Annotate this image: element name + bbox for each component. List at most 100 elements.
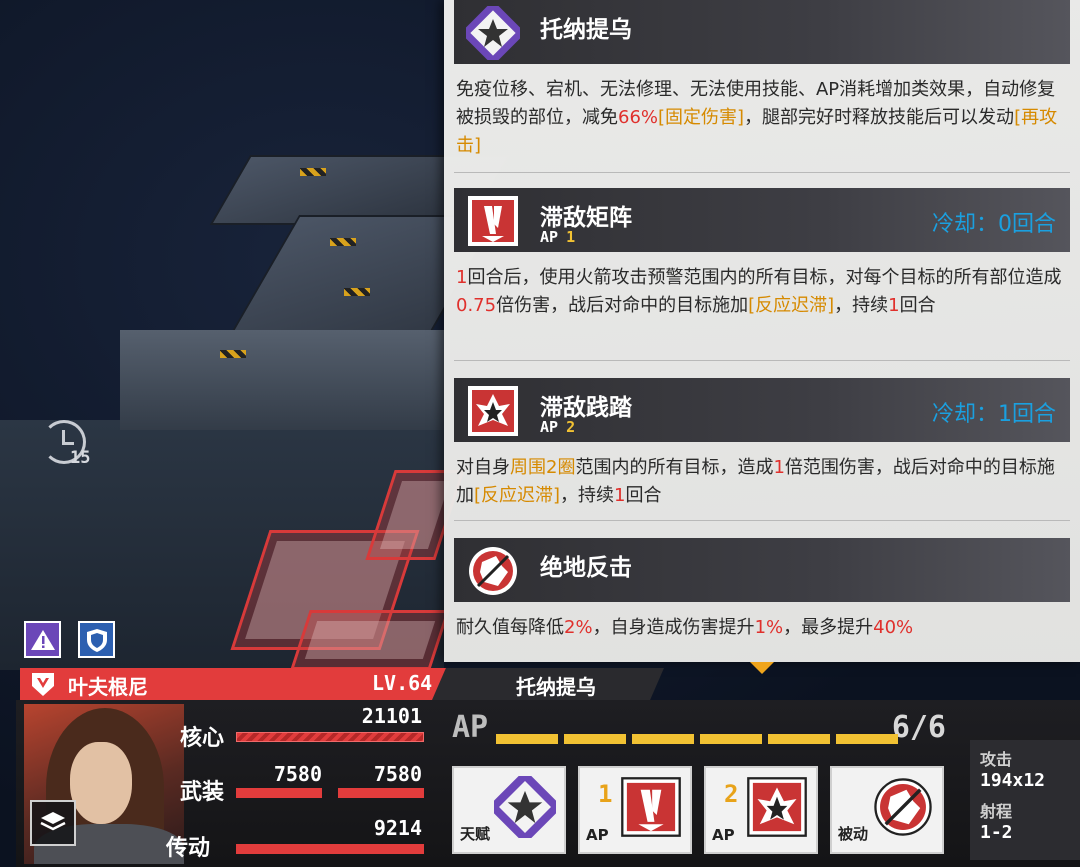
skill-header: 滞敌践踏 AP 2 冷却：1回合 xyxy=(454,378,1070,442)
ap-segment xyxy=(496,734,558,744)
skill-name: 绝地反击 xyxy=(540,555,632,581)
layers-button[interactable] xyxy=(30,800,76,846)
desc-segment: ，腿部完好时释放技能后可以发动 xyxy=(744,107,1015,128)
skill-tooltip-panel: 托纳提乌 免疫位移、宕机、无法修理、无法使用技能、AP消耗增加类效果，自动修复被… xyxy=(444,0,1080,674)
desc-segment: 周围2圈 xyxy=(510,457,576,478)
range-value: 1-2 xyxy=(980,822,1013,843)
skill-cooldown: 冷却：1回合 xyxy=(932,402,1056,427)
ap-segment xyxy=(836,734,898,744)
desc-segment: 1 xyxy=(614,485,626,506)
core-hp-bar xyxy=(236,732,424,742)
skill-name: 滞敌践踏 xyxy=(540,395,632,421)
core-value: 21101 xyxy=(361,704,422,728)
skill-card-stomp[interactable]: 2 AP xyxy=(704,766,818,854)
skill-header: 滞敌矩阵 AP 1 冷却：0回合 xyxy=(454,188,1070,252)
desc-segment: 回合 xyxy=(899,295,936,316)
desc-segment: 回合后，使用火箭攻击预警范围内的所有目标，对每个目标的所有部位造成 xyxy=(467,267,1062,288)
pilot-level: LV.64 xyxy=(372,671,433,695)
clock-hand xyxy=(62,442,74,445)
hazard-stripe xyxy=(300,168,326,176)
skill-cooldown: 冷却：0回合 xyxy=(932,212,1056,237)
desc-segment: 1% xyxy=(754,617,784,638)
drive-hp-bar xyxy=(236,844,424,854)
mech-name: 托纳提乌 xyxy=(516,675,596,699)
skill-name: 滞敌矩阵 xyxy=(540,205,632,231)
drive-value: 9214 xyxy=(373,816,422,840)
desc-segment: 1 xyxy=(888,295,900,316)
mech-class-icon xyxy=(28,670,58,698)
skill-card-talent[interactable]: 天赋 xyxy=(452,766,566,854)
attack-label: 攻击 xyxy=(980,750,1013,769)
counterattack-icon xyxy=(872,776,934,838)
skill-card-passive[interactable]: 被动 xyxy=(830,766,944,854)
ap-segment xyxy=(700,734,762,744)
divider xyxy=(454,360,1070,361)
core-label: 核心 xyxy=(180,726,225,751)
ap-area: AP 6/6 天赋 1 AP 2 AP 被动 xyxy=(452,700,954,867)
ap-segment xyxy=(768,734,830,744)
skill-card-matrix[interactable]: 1 AP xyxy=(578,766,692,854)
ap-segment xyxy=(632,734,694,744)
card-tag: 被动 xyxy=(838,825,869,843)
rocket-volley-icon xyxy=(466,194,520,248)
drive-label: 传动 xyxy=(166,836,211,861)
desc-segment: ，最多提升 xyxy=(783,617,874,638)
unit-name-bar[interactable]: 叶夫根尼 LV.64 xyxy=(20,668,450,700)
tooltip-pointer xyxy=(750,662,774,674)
skill-description: 免疫位移、宕机、无法修理、无法使用技能、AP消耗增加类效果，自动修复被损毁的部位… xyxy=(456,76,1062,160)
skill-description: 对自身周围2圈范围内的所有目标，造成1倍范围伤害，战后对命中的目标施加[反应迟滞… xyxy=(456,454,1062,510)
arms-right-bar xyxy=(338,788,424,798)
arms-right-value: 7580 xyxy=(373,762,422,786)
skill-header: 托纳提乌 xyxy=(454,0,1070,66)
desc-segment: ，自身造成伤害提升 xyxy=(592,617,755,638)
desc-segment: 对自身 xyxy=(456,457,510,478)
card-tag: 天赋 xyxy=(460,825,491,843)
star-emblem-icon xyxy=(460,0,526,66)
card-ap-cost: 1 xyxy=(598,780,613,808)
ap-label: AP xyxy=(452,710,489,745)
desc-segment: [反应迟滞] xyxy=(474,485,561,506)
weapon-info[interactable]: 攻击 194x12 射程 1-2 xyxy=(970,740,1080,860)
desc-segment: 66% xyxy=(618,107,659,128)
skill-description: 耐久值每降低2%，自身造成伤害提升1%，最多提升40% xyxy=(456,614,1062,642)
portrait-face xyxy=(70,742,132,824)
stomp-icon xyxy=(746,776,808,838)
skill-header: 绝地反击 xyxy=(454,538,1070,602)
hazard-stripe xyxy=(330,238,356,246)
range-label: 射程 xyxy=(980,802,1013,821)
desc-segment: 40% xyxy=(873,617,914,638)
warning-zone-tile[interactable] xyxy=(290,610,450,670)
desc-segment: ，持续 xyxy=(560,485,615,506)
desc-segment: [固定伤害] xyxy=(658,107,745,128)
counterattack-icon xyxy=(466,544,520,598)
turn-timer-value: 15 xyxy=(70,448,91,468)
desc-segment: [反应迟滞] xyxy=(748,295,835,316)
desc-segment: 倍伤害，战后对命中的目标施加 xyxy=(496,295,749,316)
ap-segment xyxy=(564,734,626,744)
arms-left-bar xyxy=(236,788,322,798)
star-emblem-icon xyxy=(487,769,563,845)
unit-info-panel: 核心 21101 武装 7580 7580 传动 9214 AP 6/6 天赋 … xyxy=(16,700,1080,867)
shield-status-icon[interactable] xyxy=(78,621,115,658)
desc-segment: 1 xyxy=(773,457,785,478)
mech-name-tab[interactable]: 托纳提乌 xyxy=(432,668,664,700)
pilot-name: 叶夫根尼 xyxy=(68,675,148,699)
warning-status-icon[interactable] xyxy=(24,621,61,658)
rocket-volley-icon xyxy=(620,776,682,838)
ap-counter: 6/6 xyxy=(891,710,946,745)
hazard-stripe xyxy=(220,350,246,358)
layers-icon xyxy=(40,812,66,831)
desc-segment: 回合 xyxy=(625,485,662,506)
ap-label: AP xyxy=(540,228,559,246)
map-floor xyxy=(120,330,450,430)
ap-value: 2 xyxy=(566,418,576,436)
skill-ap-cost: AP 2 xyxy=(540,418,575,436)
desc-segment: 1 xyxy=(456,267,468,288)
skill-name: 托纳提乌 xyxy=(540,17,632,43)
ap-label: AP xyxy=(540,418,559,436)
desc-segment: 2% xyxy=(564,617,593,638)
card-tag: AP xyxy=(712,826,735,844)
desc-segment: 范围内的所有目标，造成 xyxy=(575,457,774,478)
card-tag: AP xyxy=(586,826,609,844)
hazard-stripe xyxy=(344,288,370,296)
